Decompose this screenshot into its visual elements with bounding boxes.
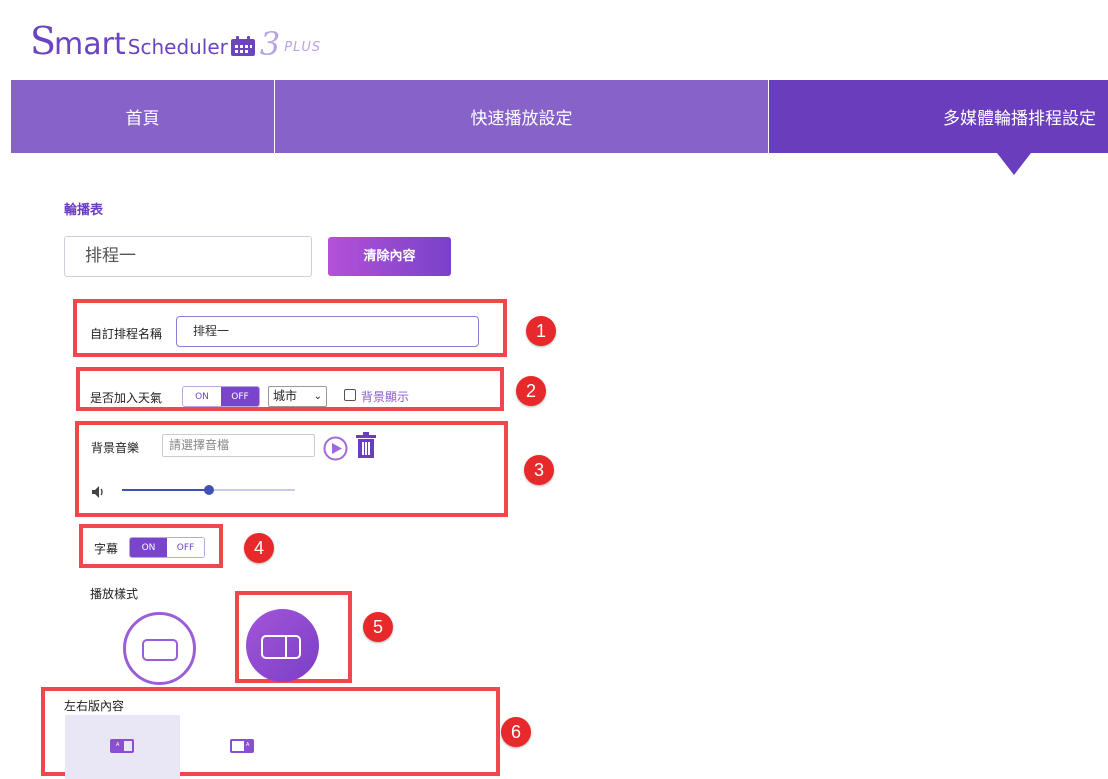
clear-content-button[interactable]: 清除內容 (328, 237, 451, 276)
subtitle-toggle-on[interactable]: ON (130, 538, 167, 557)
nav-item-multimedia-schedule[interactable]: 多媒體輪播排程設定 (769, 80, 1108, 153)
logo-mart: mart (54, 27, 126, 62)
subtitle-toggle-off[interactable]: OFF (167, 538, 204, 557)
subtitle-label: 字幕 (94, 542, 119, 556)
lr-icon-label: A (116, 742, 120, 748)
custom-name-input[interactable]: 排程一 (176, 316, 479, 347)
annotation-badge-4: 4 (244, 533, 274, 563)
annotation-badge-1: 1 (526, 316, 556, 346)
weather-toggle[interactable]: ON OFF (182, 386, 260, 407)
volume-slider-fill (122, 489, 209, 491)
nav-item-label: 快速播放設定 (470, 109, 573, 129)
app-logo: S mart Scheduler 3 PLUS (30, 12, 321, 60)
active-nav-indicator (997, 153, 1031, 175)
lr-content-label: 左右版內容 (64, 699, 125, 713)
chevron-down-icon: ⌄ (313, 391, 322, 402)
nav-item-quick-play[interactable]: 快速播放設定 (275, 80, 769, 153)
volume-slider-thumb[interactable] (203, 485, 214, 495)
annotation-badge-5: 5 (363, 612, 393, 642)
style-fullscreen-option[interactable] (123, 612, 196, 685)
custom-name-label: 自訂排程名稱 (90, 327, 163, 341)
city-select-value: 城市 (273, 389, 298, 403)
schedule-select-input[interactable]: 排程一 (64, 236, 312, 277)
city-select[interactable]: 城市 ⌄ (268, 386, 327, 407)
nav-item-label: 多媒體輪播排程設定 (943, 109, 1096, 129)
play-style-label: 播放樣式 (90, 587, 139, 601)
annotation-badge-2: 2 (516, 376, 546, 406)
nav-item-home[interactable]: 首頁 (11, 80, 275, 153)
volume-icon (92, 486, 103, 498)
music-label: 背景音樂 (91, 441, 140, 455)
logo-s: S (30, 19, 57, 63)
lr-content-option-left[interactable]: A (65, 715, 180, 779)
annotation-badge-6: 6 (501, 717, 531, 747)
main-nav: 首頁 快速播放設定 多媒體輪播排程設定 (11, 80, 1108, 153)
lr-icon-label: A (246, 742, 250, 748)
weather-label: 是否加入天氣 (90, 391, 163, 405)
style-left-right-option[interactable] (246, 609, 319, 682)
split-layout-right-icon[interactable]: A (230, 739, 254, 753)
calendar-icon (230, 36, 255, 56)
audio-file-input[interactable]: 請選擇音檔 (162, 434, 315, 457)
section-title: 輪播表 (64, 203, 104, 218)
bg-display-label: 背景顯示 (361, 390, 410, 404)
play-icon[interactable] (323, 436, 348, 461)
logo-scheduler: Scheduler (127, 35, 228, 59)
trash-icon[interactable] (355, 432, 377, 458)
subtitle-toggle[interactable]: ON OFF (129, 537, 205, 558)
split-layout-icon (261, 635, 301, 659)
logo-version: 3 (259, 25, 281, 63)
annotation-badge-3: 3 (524, 455, 554, 485)
bg-display-checkbox[interactable] (344, 389, 356, 401)
fullscreen-layout-icon (142, 639, 178, 661)
weather-toggle-off[interactable]: OFF (221, 387, 259, 406)
nav-item-label: 首頁 (125, 109, 160, 129)
split-layout-left-icon: A (110, 739, 134, 753)
weather-toggle-on[interactable]: ON (183, 387, 221, 406)
logo-edition: PLUS (284, 40, 322, 55)
